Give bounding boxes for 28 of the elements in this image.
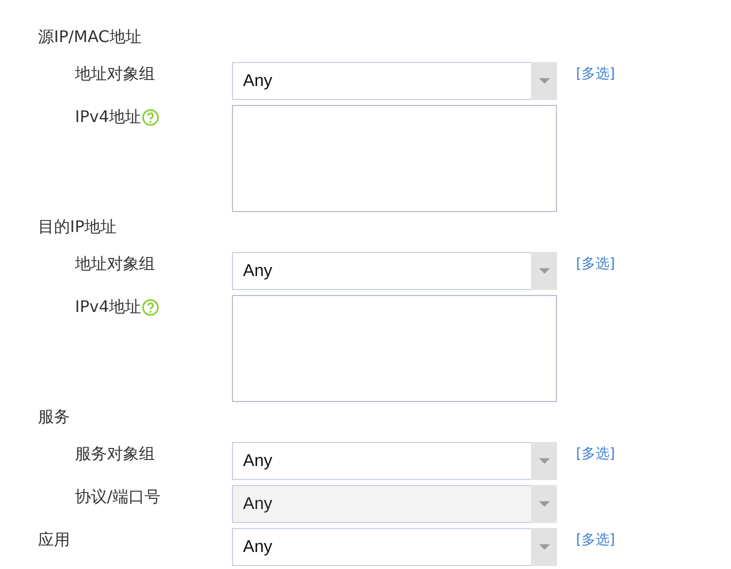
- section-heading: 服务: [38, 407, 70, 427]
- section-heading: 目的IP地址: [38, 217, 116, 237]
- field-label: 应用: [38, 530, 70, 550]
- dropdown[interactable]: Any: [232, 252, 557, 290]
- caret-icon: [538, 268, 550, 274]
- dropdown[interactable]: Any: [232, 442, 557, 480]
- field-label: 服务对象组: [75, 444, 155, 464]
- caret-icon: [538, 544, 550, 550]
- field-label: IPv4地址: [75, 107, 142, 127]
- multi-select-link[interactable]: [多选]: [576, 531, 731, 549]
- dropdown[interactable]: Any: [232, 62, 557, 100]
- field-label: 地址对象组: [75, 254, 155, 274]
- dropdown: Any: [232, 485, 557, 523]
- field-label: IPv4地址: [75, 297, 142, 317]
- section-heading: 源IP/MAC地址: [38, 27, 142, 47]
- multi-select-link[interactable]: [多选]: [576, 255, 731, 273]
- dropdown[interactable]: Any: [232, 528, 557, 566]
- field-label: 地址对象组: [75, 64, 155, 84]
- multi-select-link[interactable]: [多选]: [576, 65, 731, 83]
- caret-icon: [538, 78, 550, 84]
- caret-icon: [538, 501, 550, 507]
- field-label: 协议/端口号: [75, 487, 160, 507]
- multi-select-link[interactable]: [多选]: [576, 445, 731, 463]
- text-area[interactable]: [232, 295, 557, 402]
- help-icon[interactable]: [142, 298, 160, 316]
- help-icon[interactable]: [142, 108, 160, 126]
- text-area[interactable]: [232, 105, 557, 212]
- caret-icon: [538, 458, 550, 464]
